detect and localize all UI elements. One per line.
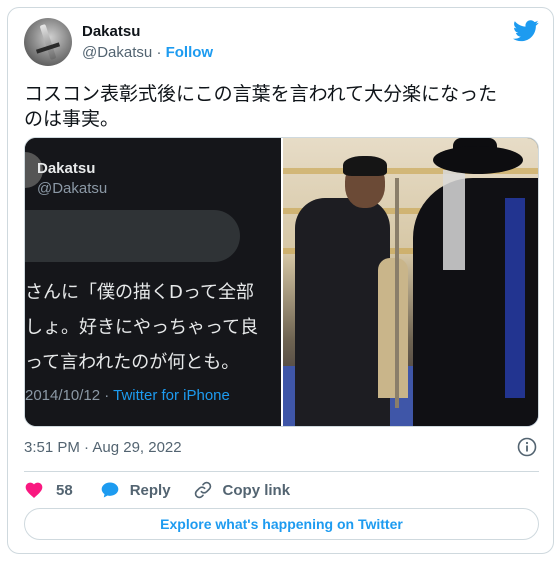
embedded-bubble	[25, 210, 240, 262]
heart-icon	[25, 482, 43, 498]
copy-link-button[interactable]: Copy link	[193, 480, 291, 500]
link-icon	[194, 481, 211, 499]
tweet-text-line-1: コスコン表彰式後にこの言葉を言われて大分楽になった	[24, 83, 498, 105]
embedded-text-line-2: しょ。好きにやっちゃって良	[25, 317, 259, 338]
author-handle[interactable]: @Dakatsu	[82, 44, 152, 61]
tweet-timestamp[interactable]: 3:51 PM · Aug 29, 2022	[24, 439, 182, 456]
embedded-text-line-1: さんに「僕の描くDって全部	[25, 282, 254, 303]
tweet-text-line-2: のは事実。	[24, 108, 120, 130]
author-name[interactable]: Dakatsu	[82, 23, 140, 40]
avatar[interactable]	[24, 18, 72, 66]
tweet-actions: 58 Reply Copy link	[24, 478, 290, 502]
embedded-meta: 2014/10/12 · Twitter for iPhone	[25, 387, 230, 404]
tweet-text: コスコン表彰式後にこの言葉を言われて大分楽になった のは事実。	[24, 82, 539, 132]
follow-button[interactable]: Follow	[166, 44, 214, 61]
embedded-handle: @Dakatsu	[37, 180, 108, 197]
footer-divider	[24, 471, 539, 472]
like-button[interactable]: 58	[24, 480, 100, 500]
info-icon[interactable]	[517, 437, 537, 457]
author-handle-row: @Dakatsu · Follow	[82, 44, 213, 61]
embedded-text-line-3: って言われたのが何とも。	[25, 352, 240, 373]
embedded-name: Dakatsu	[37, 160, 96, 177]
embedded-tweet-screenshot[interactable]: Dakatsu @Dakatsu さんに「僕の描くDって全部 しょ。好きにやっち…	[25, 138, 281, 426]
tweet-media[interactable]: Dakatsu @Dakatsu さんに「僕の描くDって全部 しょ。好きにやっち…	[24, 137, 539, 427]
like-count: 58	[56, 481, 73, 499]
embedded-date: 2014/10/12 ·	[25, 387, 114, 404]
reply-bubble-icon	[101, 482, 119, 498]
embedded-source: Twitter for iPhone	[113, 387, 230, 404]
tweet-card: Dakatsu @Dakatsu · Follow コスコン表彰式後にこの言葉を…	[7, 7, 554, 554]
reply-label: Reply	[129, 481, 171, 499]
twitter-bird-icon[interactable]	[513, 20, 539, 42]
explore-twitter-button[interactable]: Explore what's happening on Twitter	[24, 508, 539, 540]
copy-link-label: Copy link	[222, 481, 291, 499]
reply-button[interactable]: Reply	[100, 480, 193, 500]
event-photo[interactable]	[283, 138, 538, 426]
separator: ·	[156, 44, 162, 61]
